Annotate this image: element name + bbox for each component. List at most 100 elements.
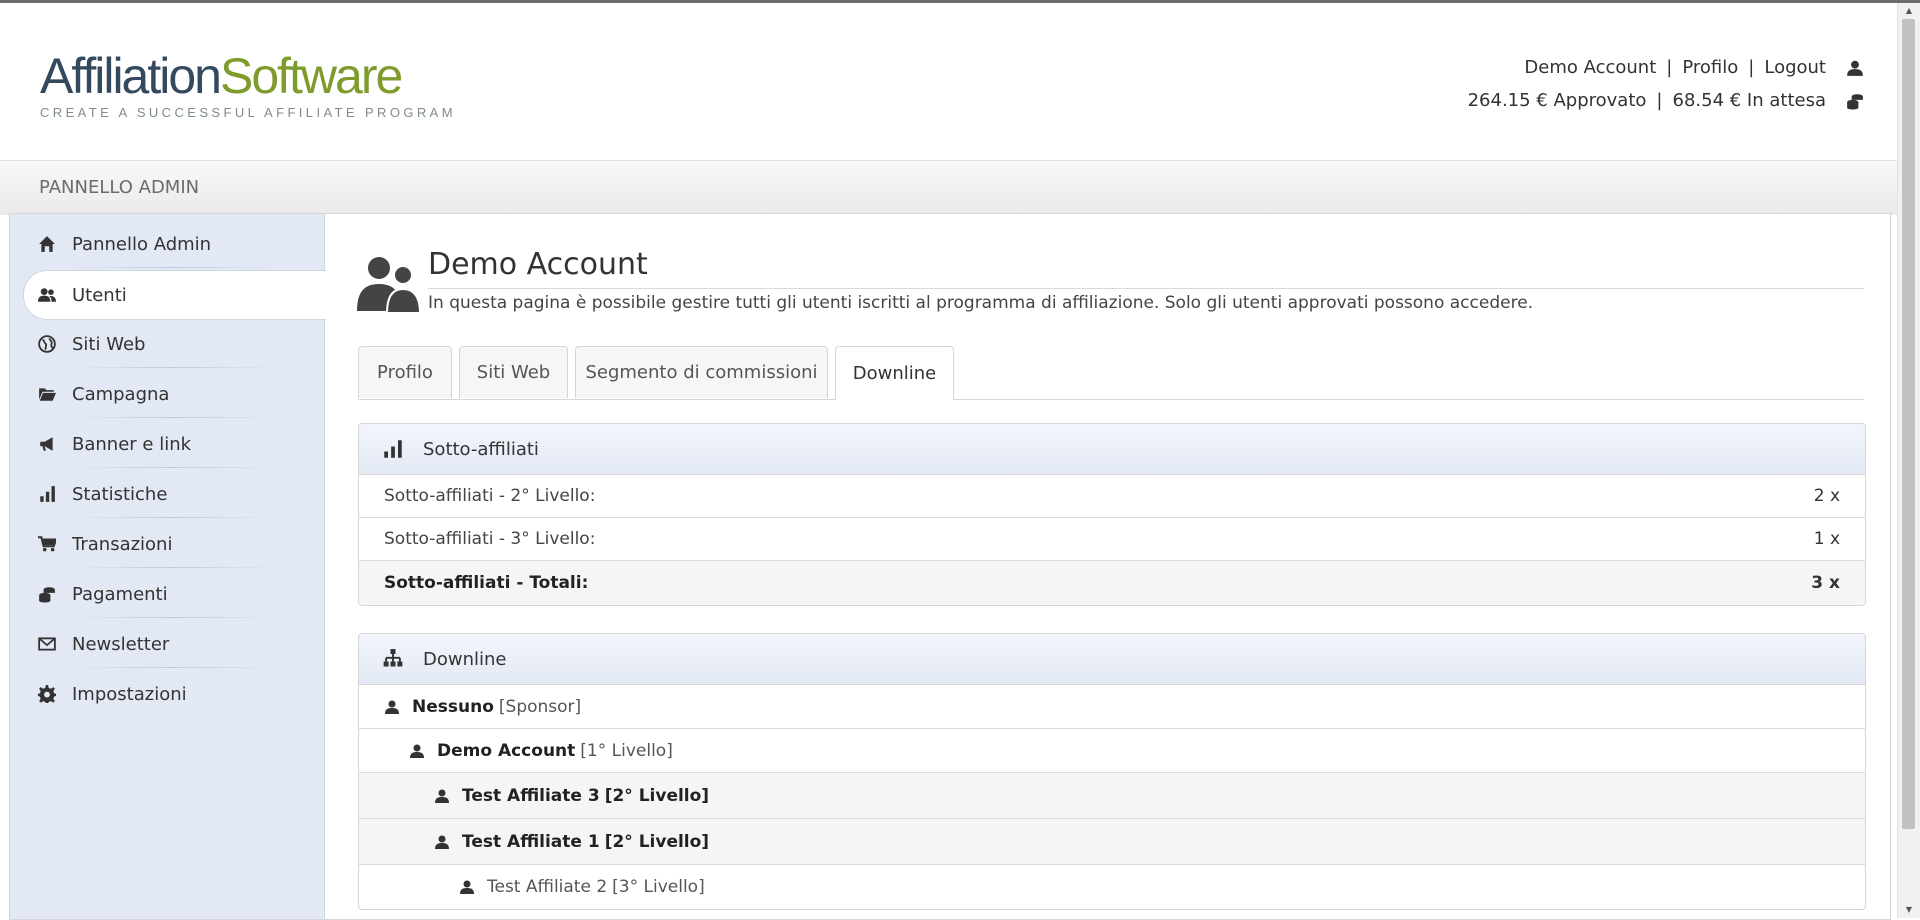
balance-pending: 68.54 € In attesa [1672,90,1827,111]
user-icon [410,744,424,758]
coins-icon [39,587,55,603]
sidebar-item-label: Campagna [72,383,170,405]
divider [72,567,274,568]
profile-link[interactable]: Profilo [1682,51,1738,84]
user-menu: Demo Account | Profilo | Logout 264.15 €… [1468,51,1864,117]
scroll-down-arrow-icon[interactable]: ▼ [1898,902,1920,918]
downline-name: Test Affiliate 1 [462,831,600,852]
stat-total-label: Sotto-affiliati - Totali: [384,573,589,593]
separator: | [1666,57,1673,78]
downline-row[interactable]: Test Affiliate 2 [3° Livello] [359,865,1865,909]
stat-value: 2 x [1813,486,1840,506]
downline-row[interactable]: Nessuno [Sponsor] [359,685,1865,729]
sidebar-item-dashboard[interactable]: Pannello Admin [24,220,324,268]
tab-bar: Profilo Siti Web Segmento di commissioni… [358,346,1864,400]
logout-link[interactable]: Logout [1764,51,1826,84]
downline-name: Nessuno [412,696,494,717]
site-header: AffiliationSoftware CREATE A SUCCESSFUL … [0,3,1898,160]
balance-approved: 264.15 € Approvato [1467,90,1647,111]
divider [72,467,274,468]
user-icon [385,700,399,714]
sidebar-item-websites[interactable]: Siti Web [24,320,324,368]
downline-panel: Downline Nessuno [Sponsor] Demo Account … [358,633,1866,910]
cart-icon [38,536,56,552]
sidebar: Pannello Admin Utenti Siti Web Campagna … [10,214,326,919]
panel-title: Sotto-affiliati [423,438,539,460]
divider [72,667,274,668]
sidebar-item-users[interactable]: Utenti [23,270,326,320]
logo-word-affiliation: Affiliation [40,48,222,104]
downline-level: [3° Livello] [612,877,705,897]
account-links-row: Demo Account | Profilo | Logout [1468,51,1864,84]
divider [72,367,274,368]
logo[interactable]: AffiliationSoftware CREATE A SUCCESSFUL … [40,51,456,120]
divider [72,417,274,418]
sidebar-item-label: Transazioni [72,533,173,555]
sub-affiliates-panel: Sotto-affiliati Sotto-affiliati - 2° Liv… [358,423,1866,606]
downline-level: [Sponsor] [498,696,582,717]
downline-level: [2° Livello] [604,785,710,806]
envelope-icon [38,637,56,651]
users-icon [38,288,56,302]
downline-name: Demo Account [437,740,576,761]
downline-row[interactable]: Demo Account [1° Livello] [359,729,1865,773]
main-content: Demo Account In questa pagina è possibil… [348,214,1872,919]
panel-header: Downline [359,634,1865,685]
downline-row[interactable]: Test Affiliate 3 [2° Livello] [359,773,1865,819]
title-divider [428,288,1864,289]
globe-icon [38,335,56,353]
main-shell: Pannello Admin Utenti Siti Web Campagna … [9,213,1891,920]
sidebar-item-transactions[interactable]: Transazioni [24,520,324,568]
megaphone-icon [40,437,53,451]
sidebar-item-label: Newsletter [72,633,170,655]
downline-name: Test Affiliate 2 [487,877,608,897]
users-icon [357,257,421,314]
logo-wordmark: AffiliationSoftware [40,51,456,101]
page-title: Demo Account [428,247,648,282]
admin-panel-title: PANNELLO ADMIN [39,177,200,198]
home-icon [39,236,55,252]
gear-icon [38,685,56,703]
divider [72,617,274,618]
balance-row: 264.15 € Approvato | 68.54 € In attesa [1468,84,1864,117]
tab-profile[interactable]: Profilo [358,346,452,398]
tab-commission-segment[interactable]: Segmento di commissioni [575,346,828,398]
sidebar-item-label: Utenti [72,284,127,306]
sitemap-icon [383,649,403,667]
logo-tagline: CREATE A SUCCESSFUL AFFILIATE PROGRAM [40,105,456,120]
sidebar-item-label: Statistiche [72,483,168,505]
sidebar-item-label: Banner e link [72,433,192,455]
divider [72,267,274,268]
sidebar-item-statistics[interactable]: Statistiche [24,470,324,518]
bar-chart-icon [384,440,402,458]
stat-row: Sotto-affiliati - 2° Livello: 2 x [359,475,1865,518]
sidebar-item-newsletter[interactable]: Newsletter [24,620,324,668]
user-icon [1847,60,1863,76]
stat-row: Sotto-affiliati - 3° Livello: 1 x [359,518,1865,561]
vertical-scrollbar[interactable]: ▲ ▼ [1897,3,1920,918]
tab-downline[interactable]: Downline [835,346,954,400]
stat-total-row: Sotto-affiliati - Totali: 3 x [359,561,1865,605]
sidebar-item-banners-links[interactable]: Banner e link [24,420,324,468]
sidebar-item-settings[interactable]: Impostazioni [24,670,324,718]
scrollbar-thumb[interactable] [1902,19,1915,829]
scroll-up-arrow-icon[interactable]: ▲ [1898,3,1920,19]
account-link[interactable]: Demo Account [1524,51,1656,84]
sidebar-item-label: Siti Web [72,333,146,355]
panel-title: Downline [423,648,507,670]
stat-label: Sotto-affiliati - 3° Livello: [384,529,596,549]
page-description: In questa pagina è possibile gestire tut… [428,293,1534,313]
sidebar-item-campaign[interactable]: Campagna [24,370,324,418]
downline-row[interactable]: Test Affiliate 1 [2° Livello] [359,819,1865,865]
sidebar-item-label: Pagamenti [72,583,168,605]
separator: | [1656,90,1663,111]
sidebar-item-label: Impostazioni [72,683,187,705]
downline-level: [2° Livello] [604,831,710,852]
sidebar-item-payments[interactable]: Pagamenti [24,570,324,618]
tab-websites[interactable]: Siti Web [459,346,568,398]
downline-level: [1° Livello] [580,740,673,761]
user-icon [435,789,449,803]
stat-label: Sotto-affiliati - 2° Livello: [384,486,596,506]
sidebar-item-label: Pannello Admin [72,233,212,255]
logo-word-software: Software [219,48,403,104]
